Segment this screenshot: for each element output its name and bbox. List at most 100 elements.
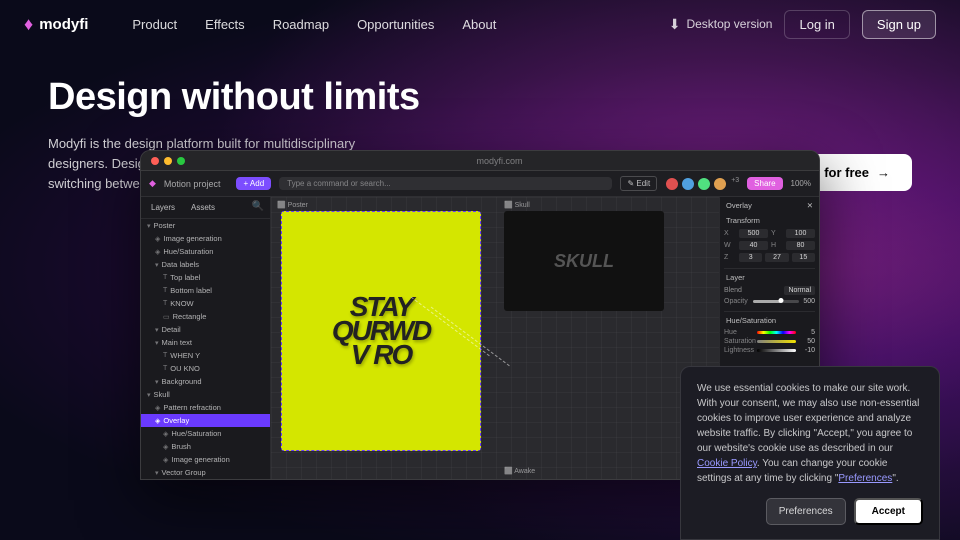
panel-tabs: Layers Assets 🔍 <box>141 197 270 219</box>
layer-detail[interactable]: ▾Detail <box>141 323 270 336</box>
layer-section-label: Layer <box>726 273 745 282</box>
layer-skull[interactable]: ▾Skull <box>141 388 270 401</box>
cookie-accept-button[interactable]: Accept <box>854 498 923 525</box>
layer-group-icon-4: ▾ <box>155 378 159 386</box>
nav-link-product[interactable]: Product <box>120 11 189 38</box>
login-button[interactable]: Log in <box>784 10 849 39</box>
canvas-area[interactable]: ⬜ Poster ⬜ Skull ⬜ Awake STAYQURWDV RO S… <box>271 197 719 479</box>
overlay-label: Overlay <box>726 201 752 210</box>
rotate-field[interactable]: 27 <box>765 253 788 262</box>
layer-when-y[interactable]: TWHEN Y <box>141 349 270 362</box>
layer-know[interactable]: TKNOW <box>141 297 270 310</box>
app-logo-icon: ◆ <box>149 178 156 189</box>
skull-canvas[interactable]: SKULL <box>504 211 664 311</box>
h-field[interactable]: 80 <box>786 241 815 250</box>
tab-layers[interactable]: Layers <box>147 201 179 214</box>
add-button[interactable]: + Add <box>236 177 271 190</box>
layer-background[interactable]: ▾Background <box>141 375 270 388</box>
window-maximize-dot[interactable] <box>177 157 185 165</box>
desktop-version-button[interactable]: ⬇ Desktop version <box>669 16 773 33</box>
layer-effect-icon-3: ◈ <box>155 404 160 412</box>
cookie-preferences-button[interactable]: Preferences <box>766 498 846 525</box>
light-value: -10 <box>799 347 815 354</box>
wh-row: W 40 H 80 <box>724 241 815 250</box>
cookie-banner: We use essential cookies to make our sit… <box>680 366 940 540</box>
share-button[interactable]: Share <box>747 177 782 190</box>
light-slider[interactable] <box>757 349 796 352</box>
layer-rectangle[interactable]: ▭Rectangle <box>141 310 270 323</box>
nav-link-opportunities[interactable]: Opportunities <box>345 11 446 38</box>
zoom-level[interactable]: 100% <box>791 179 811 188</box>
window-close-dot[interactable] <box>151 157 159 165</box>
layer-huesat-1[interactable]: ◈Hue/Saturation <box>141 245 270 258</box>
divider-1 <box>724 268 815 269</box>
layer-image-gen-2[interactable]: ◈Image generation <box>141 453 270 466</box>
w-field[interactable]: 40 <box>739 241 768 250</box>
hue-row: Hue 5 <box>724 329 815 336</box>
skull-text: SKULL <box>554 251 614 272</box>
y-label: Y <box>771 230 783 237</box>
project-name[interactable]: Motion project <box>164 179 221 189</box>
layer-main-text[interactable]: ▾Main text <box>141 336 270 349</box>
layer-text-icon-3: T <box>163 300 167 307</box>
poster-canvas[interactable]: STAYQURWDV RO <box>281 211 481 451</box>
blend-value[interactable]: Normal <box>784 286 815 295</box>
nav-links: Product Effects Roadmap Opportunities Ab… <box>120 11 668 38</box>
layer-ou-kno[interactable]: TOU KNO <box>141 362 270 375</box>
layer-overlay[interactable]: ◈Overlay <box>141 414 270 427</box>
z-label: Z <box>724 254 736 261</box>
transform-label: Transform <box>726 216 760 225</box>
signup-button[interactable]: Sign up <box>862 10 936 39</box>
layer-effect-icon-6: ◈ <box>163 456 168 464</box>
canvas-label-awake: ⬜ Awake <box>504 467 535 475</box>
layer-arrow-icon-2: ▾ <box>147 391 151 399</box>
logo-text: modyfi <box>39 16 88 33</box>
layer-image-gen-1[interactable]: ◈Image generation <box>141 232 270 245</box>
nav-link-roadmap[interactable]: Roadmap <box>261 11 341 38</box>
hue-slider-track <box>757 331 796 334</box>
nav-link-about[interactable]: About <box>450 11 508 38</box>
h-label: H <box>771 242 783 249</box>
desktop-version-label: Desktop version <box>686 17 772 31</box>
corner-field[interactable]: 15 <box>792 253 815 262</box>
overlay-close-icon[interactable]: ✕ <box>807 201 813 210</box>
layer-poster[interactable]: ▾Poster <box>141 219 270 232</box>
tab-assets[interactable]: Assets <box>187 201 219 214</box>
layer-data-labels[interactable]: ▾Data labels <box>141 258 270 271</box>
x-field[interactable]: 500 <box>739 229 768 238</box>
layer-group-icon-3: ▾ <box>155 339 159 347</box>
cookie-policy-link[interactable]: Cookie Policy <box>697 458 757 469</box>
y-field[interactable]: 100 <box>786 229 815 238</box>
edit-button[interactable]: ✎ Edit <box>620 176 657 191</box>
layer-arrow-icon: ▾ <box>147 222 151 230</box>
sat-slider-track <box>757 340 796 343</box>
nav-logo[interactable]: ♦ modyfi <box>24 14 88 35</box>
layer-rect-icon: ▭ <box>163 313 170 321</box>
hue-label: Hue <box>724 329 754 336</box>
opacity-row: Opacity 500 <box>724 298 815 305</box>
opacity-slider-handle[interactable] <box>778 298 783 303</box>
layer-brush[interactable]: ◈Brush <box>141 440 270 453</box>
preferences-link[interactable]: Preferences <box>838 473 892 484</box>
layer-group-icon-2: ▾ <box>155 326 159 334</box>
window-minimize-dot[interactable] <box>164 157 172 165</box>
sat-slider[interactable] <box>757 340 796 343</box>
overlay-section: Overlay ✕ <box>724 201 815 210</box>
add-button-label: + Add <box>243 179 264 188</box>
opacity-slider[interactable] <box>753 300 799 303</box>
hue-slider[interactable] <box>757 331 796 334</box>
layer-effect-icon-2: ◈ <box>155 248 160 256</box>
layer-vector-group[interactable]: ▾Vector Group <box>141 466 270 479</box>
command-search[interactable]: Type a command or search... <box>279 177 612 190</box>
nav-link-effects[interactable]: Effects <box>193 11 257 38</box>
layer-huesat-2[interactable]: ◈Hue/Saturation <box>141 427 270 440</box>
transform-section: Transform X 500 Y 100 W 40 H 80 Z 3 <box>724 216 815 262</box>
panel-search-icon[interactable]: 🔍 <box>252 201 264 214</box>
layer-pattern[interactable]: ◈Pattern refraction <box>141 401 270 414</box>
hue-sat-label: Hue/Saturation <box>726 316 776 325</box>
layer-bottom-label[interactable]: TBottom label <box>141 284 270 297</box>
layer-top-label[interactable]: TTop label <box>141 271 270 284</box>
navbar: ♦ modyfi Product Effects Roadmap Opportu… <box>0 0 960 48</box>
app-toolbar: ◆ Motion project + Add Type a command or… <box>141 171 819 197</box>
z-field[interactable]: 3 <box>739 253 762 262</box>
